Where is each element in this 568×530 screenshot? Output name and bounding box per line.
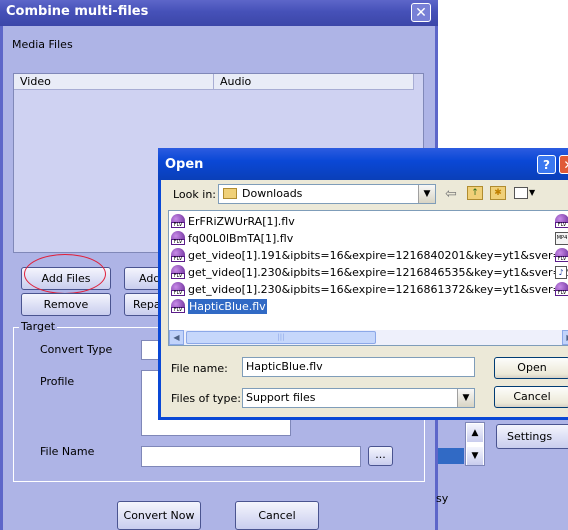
back-arrow-icon[interactable]: ⇦: [445, 186, 457, 202]
window-border-left: [0, 26, 3, 530]
profile-label: Profile: [40, 375, 75, 388]
audio-file-icon: ♪: [555, 266, 567, 279]
dialog-cancel-button[interactable]: Cancel: [494, 386, 568, 408]
settings-button[interactable]: Settings: [496, 424, 568, 449]
combine-window-title: Combine multi-files: [6, 4, 149, 19]
column-header-audio[interactable]: Audio: [214, 74, 414, 90]
file-name-field[interactable]: [141, 446, 361, 467]
cancel-button[interactable]: Cancel: [235, 501, 319, 530]
file-name-text: fq00L0lBmTA[1].flv: [188, 232, 294, 245]
file-item[interactable]: FLV get_video[1].230&ipbits=16&expire=12…: [171, 282, 568, 297]
help-button[interactable]: ?: [537, 155, 556, 174]
folder-icon: [223, 188, 237, 199]
chevron-down-icon[interactable]: ▼: [418, 185, 435, 203]
file-item[interactable]: FLV H: [555, 214, 568, 229]
flv-file-icon: FLV: [171, 231, 185, 245]
files-of-type-select[interactable]: Support files ▼: [242, 388, 475, 408]
flv-file-icon: FLV: [555, 282, 568, 296]
open-dialog-title-bar[interactable]: [158, 148, 568, 180]
file-item[interactable]: FLV H: [555, 248, 568, 263]
file-name-text: get_video[1].191&ipbits=16&expire=121684…: [188, 249, 568, 262]
scroll-thumb[interactable]: |||: [186, 331, 376, 344]
media-files-label: Media Files: [12, 38, 73, 51]
file-item[interactable]: FLV fq00L0lBmTA[1].flv: [171, 231, 441, 246]
file-name-text: get_video[1].230&ipbits=16&expire=121686…: [188, 283, 568, 296]
open-dialog-close-button[interactable]: ✕: [559, 155, 568, 174]
file-item[interactable]: FLV z: [555, 282, 568, 297]
scroll-left-icon[interactable]: ◀: [169, 330, 184, 345]
new-folder-icon[interactable]: ✱: [490, 186, 506, 200]
view-menu-icon[interactable]: [514, 187, 528, 199]
file-item[interactable]: FLV ErFRiZWUrRA[1].flv: [171, 214, 441, 229]
look-in-label: Look in:: [173, 188, 216, 201]
flv-file-icon: FLV: [555, 214, 568, 228]
flv-file-icon: FLV: [171, 265, 185, 279]
file-name-label: File name:: [171, 362, 228, 375]
flv-file-icon: FLV: [171, 248, 185, 262]
file-item[interactable]: FLV get_video[1].230&ipbits=16&expire=12…: [171, 265, 568, 280]
dialog-border-bottom: [158, 417, 568, 420]
file-name-text: HapticBlue.flv: [187, 298, 268, 315]
scroll-right-icon[interactable]: ▶: [562, 330, 568, 345]
background-list-scrollbar[interactable]: ▲ ▼: [465, 422, 485, 466]
background-selected-row: [438, 448, 464, 464]
background-window-fragment: ▲ ▼ Settings sy: [436, 420, 568, 530]
file-name-label: File Name: [40, 445, 95, 458]
open-dialog-title: Open: [165, 157, 204, 172]
view-menu-chevron-icon[interactable]: ▼: [529, 188, 535, 197]
background-partial-text: sy: [436, 492, 449, 505]
file-item[interactable]: MP4 H: [555, 231, 568, 246]
target-legend: Target: [19, 320, 58, 333]
column-header-video[interactable]: Video: [14, 74, 214, 90]
file-list[interactable]: FLV ErFRiZWUrRA[1].flv FLV fq00L0lBmTA[1…: [168, 210, 568, 346]
scroll-down-icon[interactable]: ▼: [467, 447, 483, 465]
convert-now-button[interactable]: Convert Now: [117, 501, 201, 530]
convert-type-label: Convert Type: [40, 343, 113, 356]
browse-button[interactable]: ...: [368, 446, 393, 466]
highlight-annotation: [24, 254, 106, 294]
combine-close-button[interactable]: ✕: [411, 3, 431, 22]
remove-button[interactable]: Remove: [21, 293, 111, 316]
flv-file-icon: FLV: [171, 299, 185, 313]
flv-file-icon: FLV: [171, 214, 185, 228]
file-item[interactable]: FLV get_video[1].191&ipbits=16&expire=12…: [171, 248, 568, 263]
files-of-type-label: Files of type:: [171, 392, 242, 405]
file-item-selected[interactable]: FLV HapticBlue.flv: [171, 298, 271, 315]
scroll-up-icon[interactable]: ▲: [467, 424, 483, 442]
file-name-text: get_video[1].230&ipbits=16&expire=121684…: [188, 266, 568, 279]
mp4-file-icon: MP4: [555, 232, 568, 245]
chevron-down-icon[interactable]: ▼: [457, 389, 474, 407]
up-folder-icon[interactable]: ↑: [467, 186, 483, 200]
file-item[interactable]: ♪ N: [555, 265, 568, 280]
file-name-input[interactable]: HapticBlue.flv: [242, 357, 475, 377]
flv-file-icon: FLV: [171, 282, 185, 296]
open-button[interactable]: Open: [494, 357, 568, 379]
files-of-type-value: Support files: [246, 391, 316, 404]
convert-type-select[interactable]: [141, 340, 159, 360]
look-in-combo[interactable]: Downloads ▼: [218, 184, 436, 204]
flv-file-icon: FLV: [555, 248, 568, 262]
open-dialog: Open ? ✕ Look in: Downloads ▼ ⇦ ↑ ✱ ▼ FL…: [158, 148, 568, 420]
look-in-value: Downloads: [242, 187, 303, 200]
file-name-text: ErFRiZWUrRA[1].flv: [188, 215, 295, 228]
horizontal-scrollbar[interactable]: ◀ ||| ▶: [169, 330, 568, 345]
dialog-border-left: [158, 180, 161, 420]
